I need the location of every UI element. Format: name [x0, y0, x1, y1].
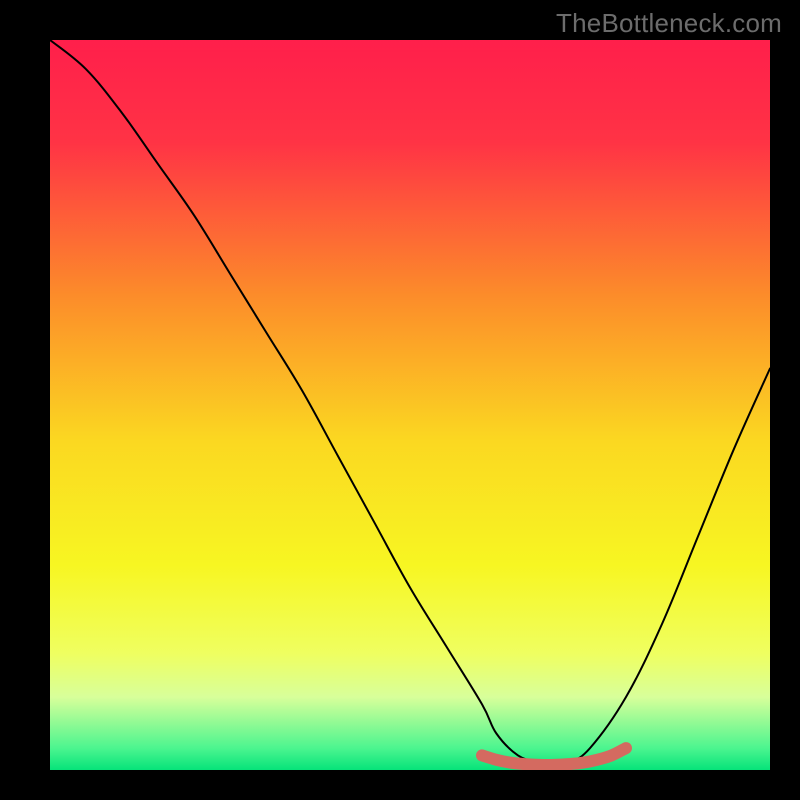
- heat-background: [50, 40, 770, 770]
- chart-container: TheBottleneck.com: [0, 0, 800, 800]
- plot-area: [50, 40, 770, 770]
- plot-svg: [50, 40, 770, 770]
- watermark-text: TheBottleneck.com: [556, 8, 782, 39]
